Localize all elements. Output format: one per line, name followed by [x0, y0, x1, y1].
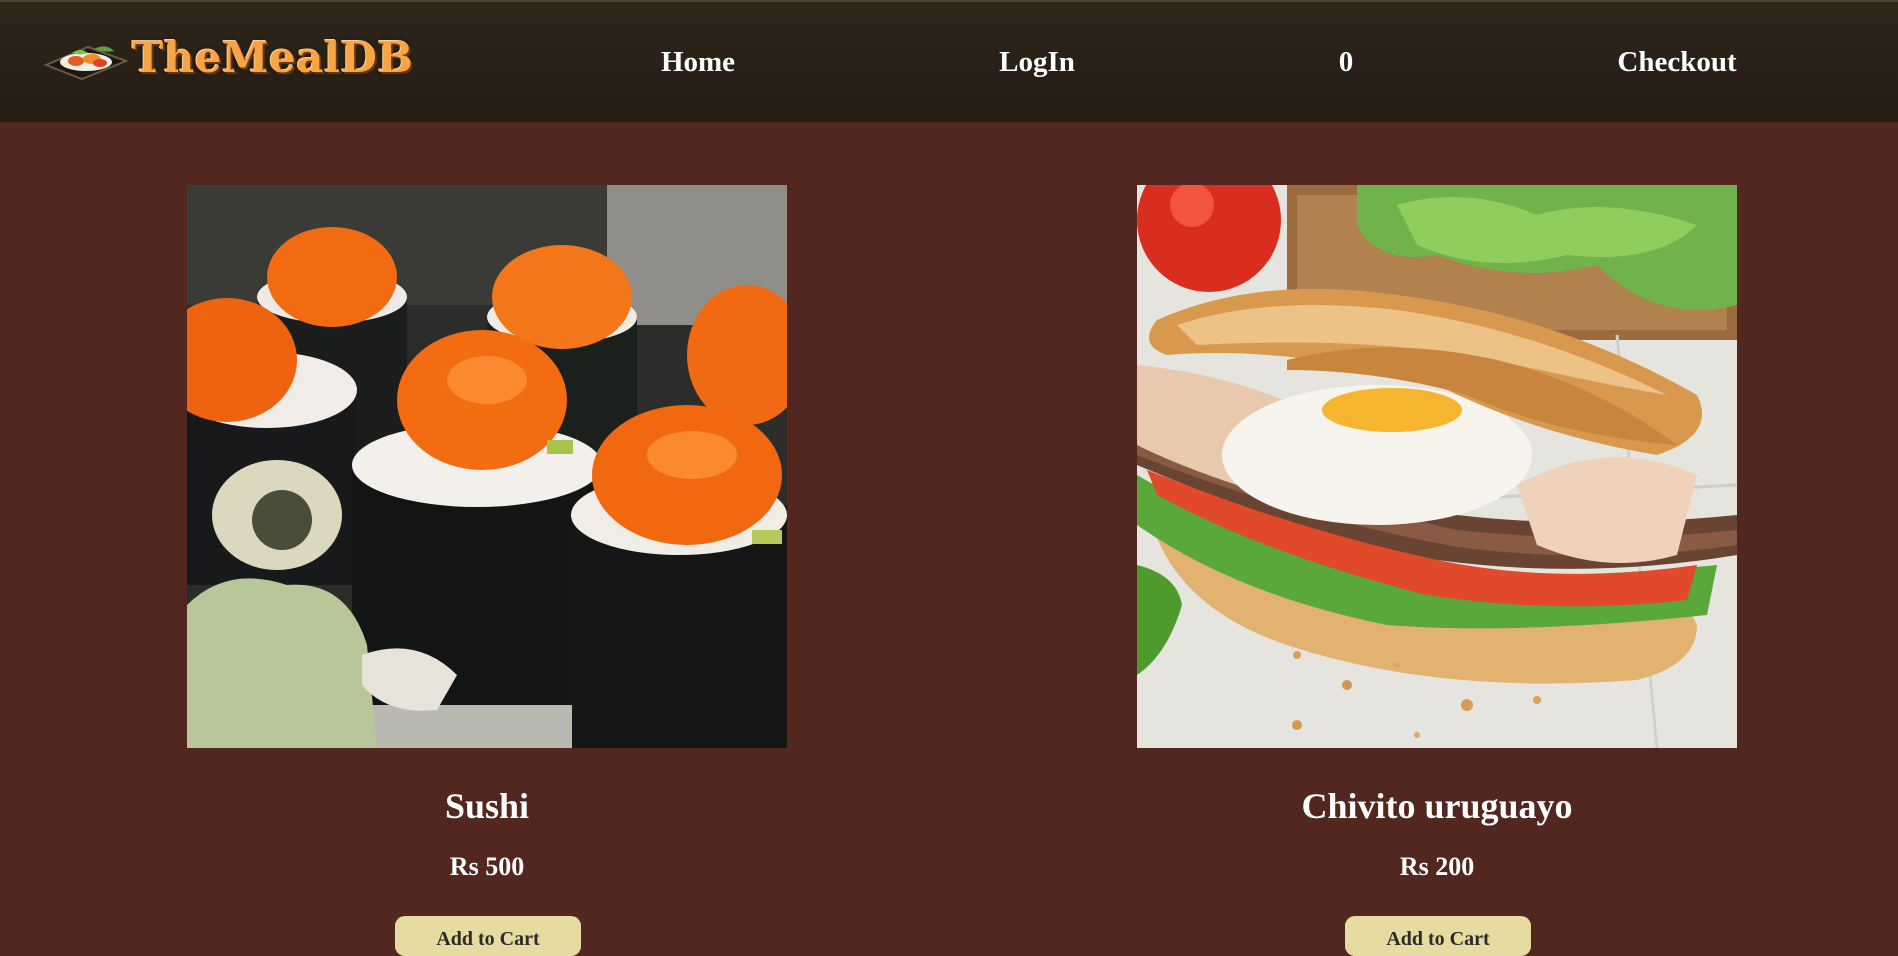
meal-name: Sushi: [444, 786, 530, 826]
add-to-cart-button-sushi[interactable]: Add to Cart: [395, 916, 581, 956]
nav-checkout-link[interactable]: Checkout: [1617, 46, 1736, 79]
top-navbar: TheMealDB Home LogIn 0 Checkout: [0, 0, 1898, 122]
meal-card-chivito: Chivito uruguayo Rs 200: [1137, 185, 1737, 882]
sushi-image: [187, 185, 787, 748]
meal-price: Rs 200: [1399, 852, 1475, 881]
food-plate-icon: [42, 35, 129, 81]
add-to-cart-button-chivito[interactable]: Add to Cart: [1345, 916, 1531, 956]
site-logo[interactable]: TheMealDB: [42, 32, 413, 84]
nav-login-link[interactable]: LogIn: [999, 46, 1075, 79]
chivito-sandwich-image: [1137, 185, 1737, 748]
meal-price: Rs 500: [449, 852, 525, 881]
meal-name: Chivito uruguayo: [1301, 786, 1573, 826]
logo-wordmark: TheMealDB: [132, 33, 414, 82]
nav-home-link[interactable]: Home: [661, 46, 735, 79]
cart-count[interactable]: 0: [1339, 46, 1354, 79]
meal-card-sushi: Sushi Rs 500: [187, 185, 787, 882]
